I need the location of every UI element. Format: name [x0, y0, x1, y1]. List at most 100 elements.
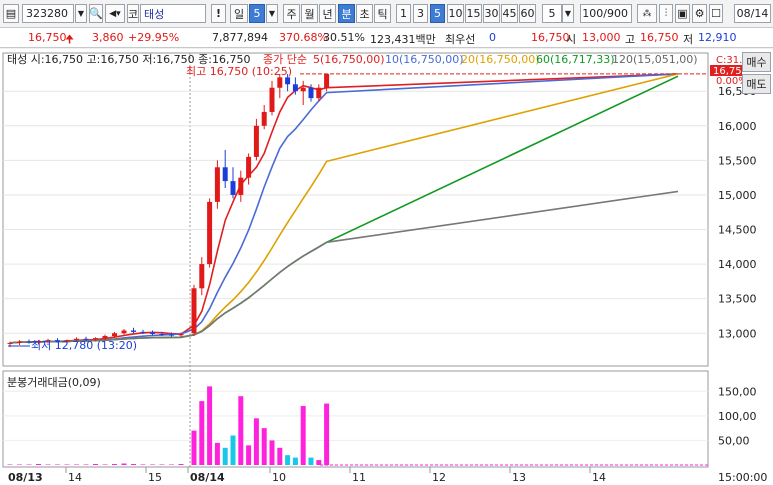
y-tick-label: 15,500: [718, 154, 757, 167]
period-num-select[interactable]: 5: [249, 4, 265, 23]
volume-bar: [253, 418, 259, 465]
price-chart[interactable]: 16,50016,00015,50015,00014,50014,00013,5…: [0, 49, 773, 485]
window-menu-icon[interactable]: ▤: [3, 4, 19, 23]
volume-bar: [199, 401, 205, 465]
candle-body: [131, 330, 136, 332]
volume-panel-frame: [2, 370, 709, 468]
toolbar: ▤ 323280 ▼ 🔍 ◀▾ 코 태성 ! 일 5 ▼ 주 월 년 분 초 틱…: [0, 0, 773, 28]
date-field[interactable]: 08/14: [734, 4, 771, 23]
search-icon[interactable]: 🔍: [89, 4, 103, 23]
volume-bar: [308, 457, 314, 465]
volume-bar: [292, 457, 298, 465]
sell-button[interactable]: 매도: [742, 74, 771, 94]
volume-bar: [112, 464, 117, 465]
tick-button[interactable]: 틱: [374, 4, 391, 23]
interval-1-button[interactable]: 1: [396, 4, 411, 23]
high-price: 16,750: [640, 31, 679, 44]
alert-button[interactable]: !: [211, 4, 226, 23]
volume-panel-title: 분봉거래대금(0,09): [7, 376, 101, 389]
period-day-button[interactable]: 일: [230, 4, 248, 23]
x-tick-label: 13: [512, 471, 526, 484]
interval-15-button[interactable]: 15: [465, 4, 482, 23]
candle-body: [261, 111, 267, 126]
volume-bar: [121, 463, 127, 465]
gear-icon[interactable]: ⚙: [692, 4, 707, 23]
interval-45-button[interactable]: 45: [501, 4, 518, 23]
candle-body: [253, 125, 259, 157]
second-button[interactable]: 초: [356, 4, 373, 23]
open-label: 시: [566, 33, 577, 46]
chart-area[interactable]: 16,500 16,000 15,500 15,000 14,500 14,000 13,5…: [0, 49, 773, 485]
high-label: 고: [625, 33, 636, 46]
candle-body: [269, 87, 275, 112]
vol-tick-label: 150,00: [718, 385, 757, 398]
vol-tick-label: 100,00: [718, 410, 757, 423]
volume-bar: [36, 464, 41, 465]
bar-style-icon[interactable]: ⫶: [659, 4, 673, 23]
candle-body: [316, 87, 322, 99]
candle-body: [199, 264, 205, 289]
ma120-label: 120(15,051,00): [612, 53, 698, 66]
calendar-checkbox[interactable]: ☐: [709, 4, 723, 23]
turnover-value: 30.51%: [323, 31, 365, 44]
stock-name-field[interactable]: 태성: [140, 4, 206, 23]
prefer-label: 최우선: [445, 33, 476, 46]
volume-ratio: 370.68%: [279, 31, 328, 44]
y-tick-label: 15,000: [718, 189, 757, 202]
interval-5-button[interactable]: 5: [430, 4, 445, 23]
candle-body: [324, 73, 330, 88]
year-button[interactable]: 년: [319, 4, 336, 23]
prefer-price: 16,750: [531, 31, 570, 44]
trade-value: 123,431백만: [370, 33, 436, 46]
volume-bar: [277, 447, 283, 465]
x-tick-label: 08/14: [190, 471, 225, 484]
indicator-settings-icon[interactable]: ⁂: [637, 4, 657, 23]
candle-body: [178, 333, 184, 336]
volume-bar: [191, 430, 197, 465]
candle-body: [292, 84, 298, 92]
vol-tick-label: 50,00: [718, 434, 750, 447]
high-annotation: 최고 16,750 (10:25): [186, 65, 292, 78]
candle-body: [17, 341, 22, 343]
candle-body: [121, 330, 127, 334]
history-back-icon[interactable]: ◀▾: [105, 4, 125, 23]
count-input[interactable]: 100/900: [580, 4, 632, 23]
open-price: 13,000: [582, 31, 621, 44]
x-tick-label: 11: [352, 471, 366, 484]
candle-body: [300, 87, 306, 92]
interval-dropdown-icon[interactable]: ▼: [562, 4, 574, 23]
x-tick-label: 14: [592, 471, 606, 484]
save-icon[interactable]: ▣: [675, 4, 690, 23]
candle-body: [285, 77, 291, 85]
volume-value: 7,877,894: [212, 31, 268, 44]
stock-code-input[interactable]: 323280: [22, 4, 74, 23]
interval-3-button[interactable]: 3: [413, 4, 428, 23]
candle-body: [230, 181, 236, 195]
volume-bar: [207, 386, 213, 465]
volume-bar: [222, 447, 228, 465]
minute-button[interactable]: 분: [338, 4, 355, 23]
x-tick-label: 12: [432, 471, 446, 484]
ma10-label: 10(16,750,00): [385, 53, 464, 66]
interval-10-button[interactable]: 10: [447, 4, 464, 23]
volume-bar: [214, 442, 220, 465]
volume-bar: [230, 435, 236, 465]
volume-bar: [269, 440, 275, 465]
candle-body: [102, 336, 108, 339]
interval-60-button[interactable]: 60: [519, 4, 536, 23]
price-change-pct: +29.95%: [128, 31, 180, 44]
ma5-label: 5(16,750,00): [313, 53, 385, 66]
period-dropdown-icon[interactable]: ▼: [266, 4, 278, 23]
interval-30-button[interactable]: 30: [483, 4, 500, 23]
month-button[interactable]: 월: [301, 4, 318, 23]
buy-button[interactable]: 매수: [742, 52, 771, 72]
low-annotation: 최저 12,780 (13:20): [31, 339, 137, 352]
price-ticker-row: 16,750 🠉 3,860 +29.95% 7,877,894 370.68%…: [0, 28, 773, 48]
volume-bar: [178, 464, 184, 465]
volume-bar: [246, 445, 252, 465]
volume-bar: [316, 460, 322, 465]
candle-body: [277, 77, 283, 88]
code-dropdown-icon[interactable]: ▼: [75, 4, 87, 23]
interval-select[interactable]: 5: [542, 4, 562, 23]
week-button[interactable]: 주: [283, 4, 300, 23]
